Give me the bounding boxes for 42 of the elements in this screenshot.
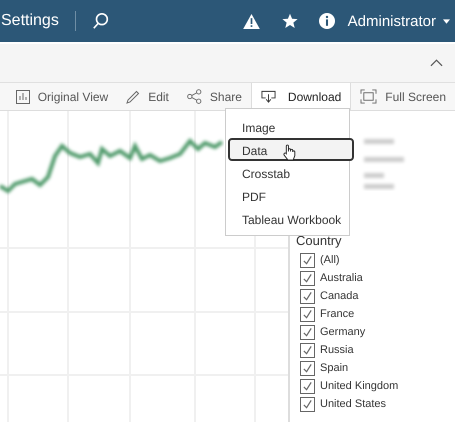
hand-cursor-icon bbox=[283, 144, 296, 161]
checkbox[interactable] bbox=[300, 378, 315, 394]
menu-item[interactable]: Crosstab bbox=[228, 161, 347, 184]
download-icon bbox=[260, 90, 276, 104]
menu-item[interactable]: Image bbox=[228, 115, 347, 138]
checkbox[interactable] bbox=[300, 270, 315, 286]
menu-item[interactable]: PDF bbox=[228, 184, 347, 207]
original-button[interactable]: Original View bbox=[6, 83, 118, 110]
menu-item[interactable]: Tableau Workbook bbox=[228, 207, 347, 230]
menu-item[interactable]: Data bbox=[228, 138, 354, 161]
info-icon[interactable] bbox=[318, 13, 335, 29]
fullscreen-button[interactable]: Full Screen bbox=[351, 83, 455, 110]
settings-link[interactable]: Settings bbox=[0, 12, 59, 30]
filter-option-label[interactable]: United Kingdom bbox=[320, 380, 398, 392]
star-icon[interactable] bbox=[282, 13, 298, 29]
user-menu[interactable]: Administrator bbox=[348, 12, 436, 30]
filter-option-label[interactable]: Spain bbox=[320, 362, 348, 374]
filter-option-label[interactable]: Canada bbox=[320, 290, 359, 302]
bar-chart-icon bbox=[16, 90, 30, 104]
filter-option-label[interactable]: France bbox=[320, 308, 354, 320]
search-icon[interactable] bbox=[92, 12, 110, 30]
checkbox[interactable] bbox=[300, 324, 315, 340]
edit-button[interactable]: Edit bbox=[117, 83, 178, 110]
caret-icon[interactable] bbox=[443, 18, 450, 24]
filter-option-label[interactable]: (All) bbox=[320, 254, 340, 266]
share-button[interactable]: Share bbox=[178, 83, 251, 110]
filter-option-label[interactable]: Germany bbox=[320, 326, 366, 338]
checkbox[interactable] bbox=[300, 306, 315, 322]
share-icon bbox=[186, 89, 202, 104]
filter-title: Country bbox=[296, 233, 343, 248]
filter-option-label[interactable]: United States bbox=[320, 398, 386, 410]
checkbox[interactable] bbox=[300, 396, 315, 412]
checkbox[interactable] bbox=[300, 252, 315, 268]
checkbox[interactable] bbox=[300, 360, 315, 376]
pencil-icon bbox=[126, 90, 140, 104]
filter-option-label[interactable]: Russia bbox=[320, 344, 354, 356]
full-screen-icon bbox=[360, 89, 378, 104]
filter-option-label[interactable]: Australia bbox=[320, 272, 363, 284]
collapse-icon[interactable] bbox=[430, 59, 443, 67]
warning-icon[interactable] bbox=[242, 14, 260, 28]
checkbox[interactable] bbox=[300, 288, 315, 304]
checkbox[interactable] bbox=[300, 342, 315, 358]
